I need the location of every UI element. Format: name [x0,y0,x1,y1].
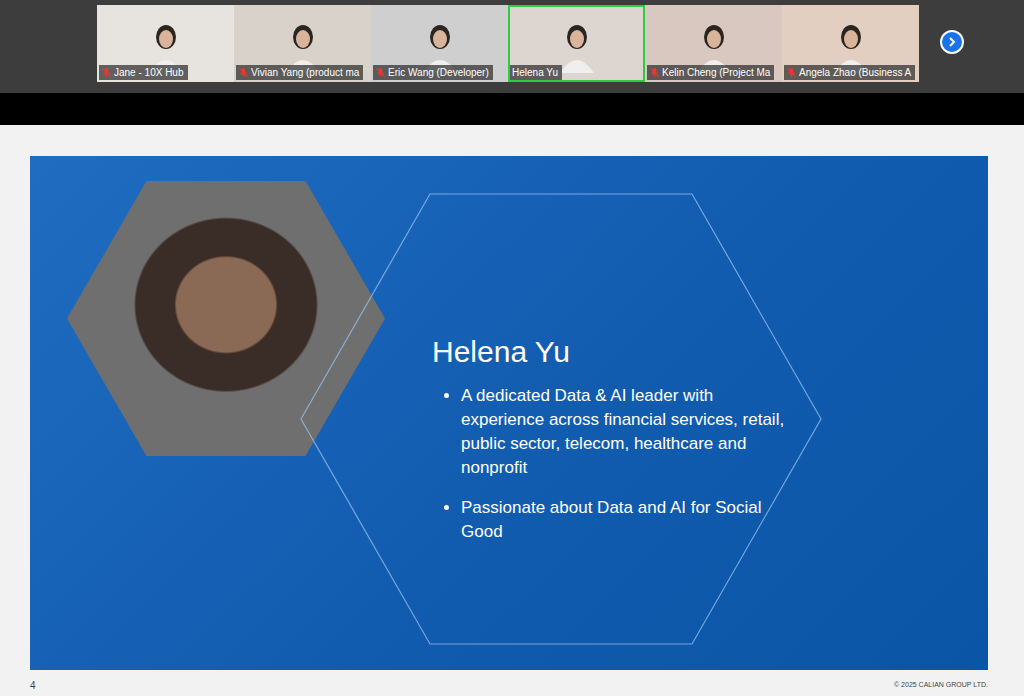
participant-tile[interactable]: Kelin Cheng (Project Ma [645,5,782,82]
participant-name: Angela Zhao (Business A [799,66,911,79]
profile-photo [67,181,385,456]
copyright: © 2025 CALIAN GROUP LTD. [894,680,988,691]
participant-tile[interactable]: Angela Zhao (Business A [782,5,919,82]
participant-name: Eric Wang (Developer) [388,66,489,79]
speaker-name: Helena Yu [432,334,792,370]
bullet-list: A dedicated Data & AI leader with experi… [432,384,792,544]
participant-label: Angela Zhao (Business A [784,65,915,80]
page-number: 4 [30,678,36,693]
participant-name: Jane - 10X Hub [114,66,184,79]
participant-label: Helena Yu [510,65,562,80]
participant-label: Jane - 10X Hub [99,65,188,80]
participant-bar: Jane - 10X Hub Vivian Yang (product ma Eri… [0,0,1024,93]
participant-label: Kelin Cheng (Project Ma [647,65,774,80]
participant-tile[interactable]: Vivian Yang (product ma [234,5,371,82]
participant-strip: Jane - 10X Hub Vivian Yang (product ma Eri… [97,5,919,93]
next-page-button[interactable] [940,30,964,54]
slide: Helena Yu A dedicated Data & AI leader w… [30,156,988,670]
muted-mic-icon [375,67,386,78]
participant-tile[interactable]: Helena Yu [508,5,645,82]
video-frame-icon [560,21,594,73]
muted-mic-icon [238,67,249,78]
participant-label: Vivian Yang (product ma [236,65,363,80]
chevron-right-icon [946,36,958,48]
shared-screen: Helena Yu A dedicated Data & AI leader w… [0,125,1024,696]
muted-mic-icon [786,67,797,78]
participant-tile[interactable]: Eric Wang (Developer) [371,5,508,82]
slide-text: Helena Yu A dedicated Data & AI leader w… [432,156,792,670]
muted-mic-icon [649,67,660,78]
separator-band [0,93,1024,125]
slide-footer: 4 © 2025 CALIAN GROUP LTD. [30,670,988,693]
participant-tile[interactable]: Jane - 10X Hub [97,5,234,82]
bullet-item: Passionate about Data and AI for Social … [461,496,792,544]
participant-name: Helena Yu [512,66,558,79]
participant-name: Vivian Yang (product ma [251,66,359,79]
participant-name: Kelin Cheng (Project Ma [662,66,770,79]
muted-mic-icon [101,67,112,78]
participant-label: Eric Wang (Developer) [373,65,493,80]
bullet-item: A dedicated Data & AI leader with experi… [461,384,792,480]
